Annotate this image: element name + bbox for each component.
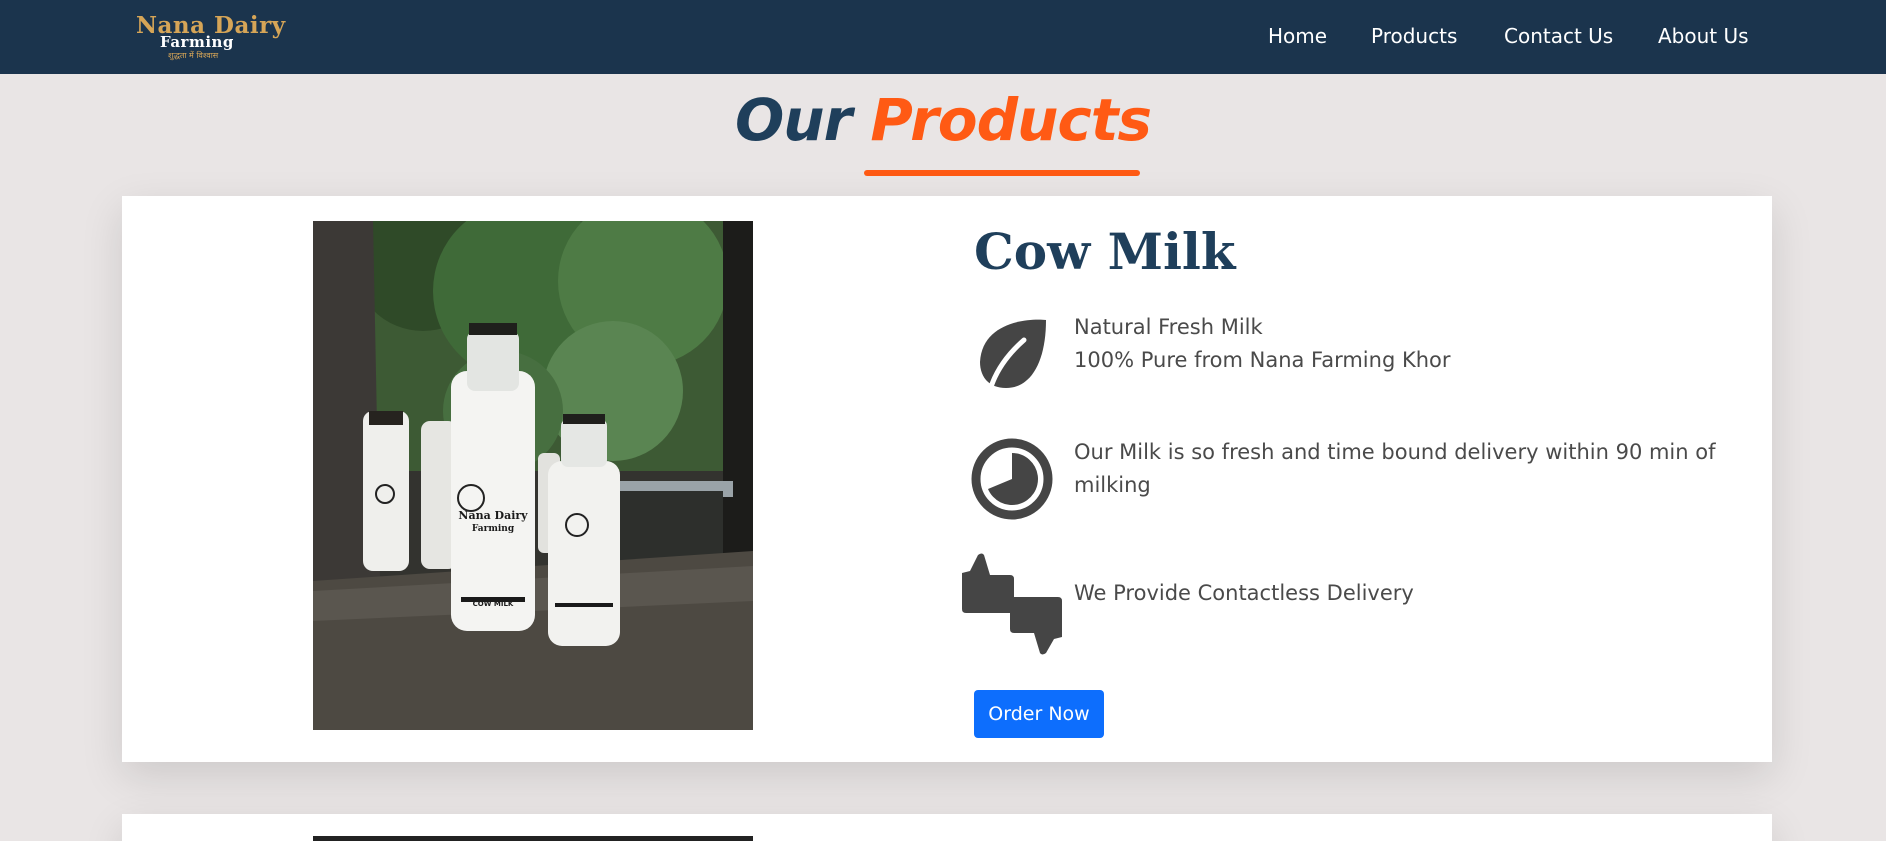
- title-underline: [864, 170, 1140, 176]
- feature-contactless: We Provide Contactless Delivery: [1074, 581, 1414, 605]
- nav-about-link[interactable]: About Us: [1658, 24, 1749, 48]
- nav-home-link[interactable]: Home: [1268, 24, 1327, 48]
- brand-name-line2: Farming: [160, 33, 234, 51]
- navbar: Nana Dairy Farming शुद्धता में विश्वास H…: [0, 0, 1886, 74]
- brand-tagline: शुद्धता में विश्वास: [168, 51, 219, 60]
- feature-fresh-milk-line1: Natural Fresh Milk: [1074, 315, 1263, 339]
- clock-icon: [969, 436, 1055, 522]
- product-title: Cow Milk: [974, 222, 1236, 281]
- feature-fresh-milk-line2: 100% Pure from Nana Farming Khor: [1074, 348, 1451, 372]
- next-product-photo: [313, 836, 753, 841]
- leaf-icon: [976, 316, 1048, 393]
- nav-products-link[interactable]: Products: [1371, 24, 1457, 48]
- product-photo: Nana Dairy Farming COW MILK: [313, 221, 753, 730]
- brand-logo[interactable]: Nana Dairy Farming शुद्धता में विश्वास: [134, 12, 285, 64]
- nav-contact-link[interactable]: Contact Us: [1504, 24, 1613, 48]
- page-title: Our Products: [0, 86, 1886, 154]
- feature-fresh-milk: Natural Fresh Milk 100% Pure from Nana F…: [1074, 311, 1451, 377]
- page-title-part2: Products: [870, 86, 1152, 154]
- bottle-brand-line2: Farming: [472, 524, 515, 534]
- feature-delivery-time: Our Milk is so fresh and time bound deli…: [1074, 440, 1716, 497]
- order-now-button[interactable]: Order Now: [974, 690, 1104, 738]
- thumbs-icon: [960, 553, 1064, 655]
- bottle-brand-line1: Nana Dairy: [458, 509, 528, 522]
- page-title-part1: Our: [734, 86, 852, 154]
